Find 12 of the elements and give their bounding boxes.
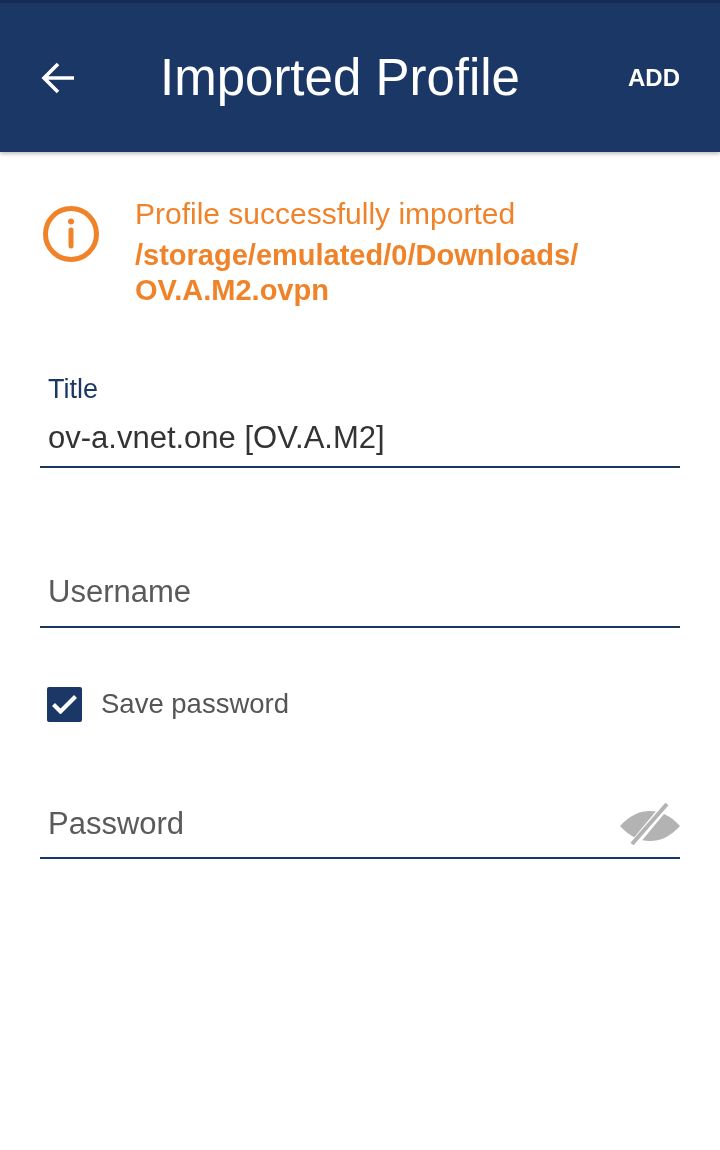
screen-title: Imported Profile bbox=[160, 48, 520, 107]
password-field[interactable]: Password bbox=[40, 797, 620, 857]
checkbox[interactable] bbox=[47, 686, 82, 722]
file-path: /storage/emulated/0/Downloads/OV.A.M2.ovpn bbox=[135, 238, 580, 308]
info-icon bbox=[43, 206, 99, 262]
add-button[interactable]: ADD bbox=[628, 63, 680, 92]
field-label: Title bbox=[47, 374, 99, 404]
input-field[interactable]: Username bbox=[40, 566, 680, 628]
input-field[interactable]: ov-a.vnet.one [OV.A.M2] bbox=[40, 412, 680, 468]
checkbox-label: Save password bbox=[101, 688, 289, 720]
check-icon bbox=[52, 694, 77, 714]
success-message: Profile successfully imported bbox=[135, 196, 517, 232]
